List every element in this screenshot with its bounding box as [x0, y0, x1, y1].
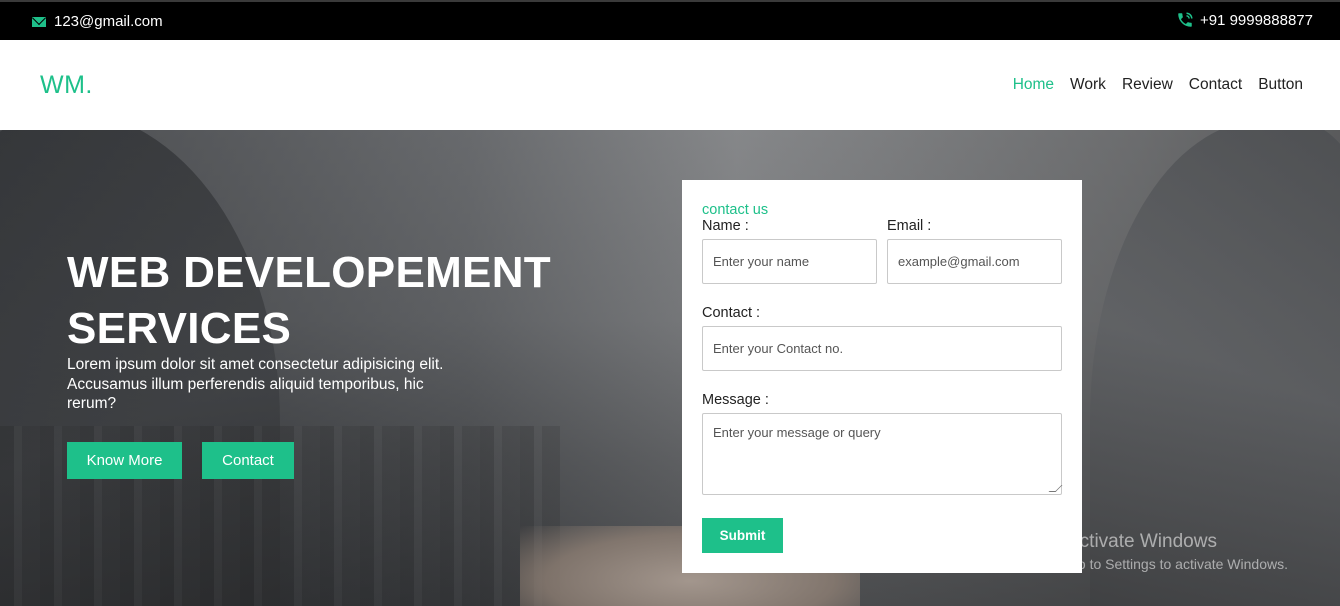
contact-label: Contact :	[702, 305, 761, 321]
email-text: 123@gmail.com	[54, 13, 163, 30]
email-input[interactable]: example@gmail.com	[887, 239, 1062, 284]
nav-item-work[interactable]: Work	[1070, 76, 1106, 94]
nav-menu: Home Work Review Contact Button	[1013, 76, 1303, 94]
resize-handle-icon[interactable]	[1048, 485, 1063, 492]
topbar-email[interactable]: 123@gmail.com	[32, 13, 163, 30]
contact-input[interactable]: Enter your Contact no.	[702, 326, 1062, 371]
contact-form: contact us Name : Email : Enter your nam…	[682, 180, 1082, 573]
hero-headline-line1: WEB DEVELOPEMENT	[67, 248, 551, 297]
hero-headline: WEB DEVELOPEMENT SERVICES	[67, 245, 551, 357]
know-more-button[interactable]: Know More	[67, 442, 182, 479]
phone-icon	[1178, 12, 1193, 27]
message-textarea[interactable]: Enter your message or query	[702, 413, 1063, 495]
message-label: Message :	[702, 392, 769, 408]
top-bar: 123@gmail.com +91 9999888877	[0, 0, 1340, 40]
name-input[interactable]: Enter your name	[702, 239, 877, 284]
mail-icon	[32, 16, 46, 27]
hero-lead-text: Lorem ipsum dolor sit amet consectetur a…	[67, 356, 444, 412]
message-placeholder: Enter your message or query	[713, 425, 881, 440]
topbar-phone[interactable]: +91 9999888877	[1176, 11, 1313, 29]
phone-text: +91 9999888877	[1199, 11, 1313, 29]
nav-item-review[interactable]: Review	[1122, 76, 1173, 94]
form-title: contact us	[702, 202, 769, 218]
activate-windows-watermark: Activate Windows Go to Settings to activ…	[1067, 531, 1288, 572]
navbar: WM. Home Work Review Contact Button	[0, 40, 1340, 130]
submit-button[interactable]: Submit	[702, 518, 783, 553]
logo[interactable]: WM.	[40, 71, 93, 100]
nav-item-home[interactable]: Home	[1013, 76, 1054, 94]
email-label: Email :	[887, 218, 932, 234]
contact-button[interactable]: Contact	[202, 442, 294, 479]
nav-item-contact[interactable]: Contact	[1189, 76, 1242, 94]
hero-headline-line2: SERVICES	[67, 304, 292, 353]
watermark-subtitle: Go to Settings to activate Windows.	[1067, 556, 1288, 572]
watermark-title: Activate Windows	[1067, 531, 1217, 552]
nav-item-button[interactable]: Button	[1258, 76, 1303, 94]
name-label: Name :	[702, 218, 749, 234]
